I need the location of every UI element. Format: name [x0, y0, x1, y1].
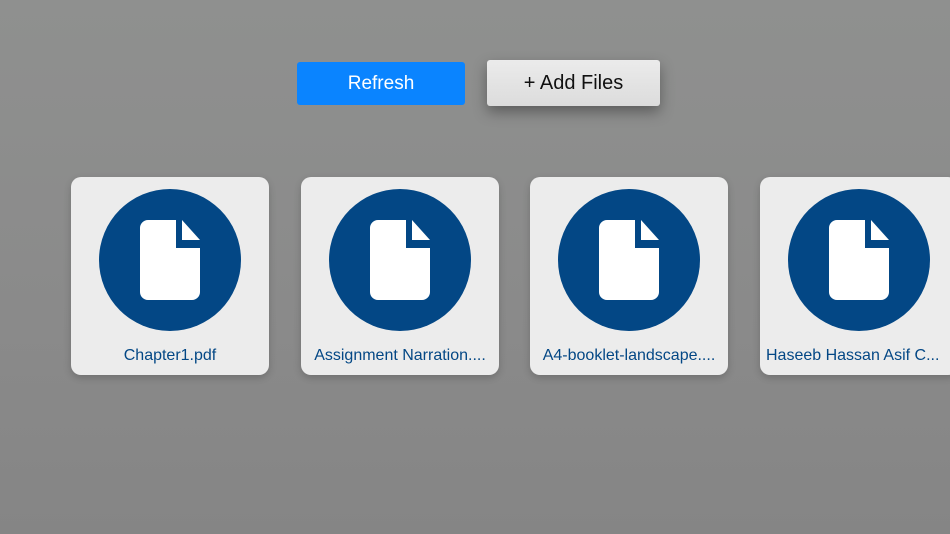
file-card[interactable]: Assignment Narration.... — [301, 177, 499, 375]
file-card[interactable]: Haseeb Hassan Asif C... — [760, 177, 950, 375]
document-icon — [788, 189, 930, 331]
document-icon — [558, 189, 700, 331]
file-name: Chapter1.pdf — [123, 347, 217, 364]
file-card[interactable]: A4-booklet-landscape.... — [530, 177, 728, 375]
document-icon — [329, 189, 471, 331]
file-name: A4-booklet-landscape.... — [542, 347, 716, 364]
file-name: Assignment Narration.... — [314, 347, 486, 364]
file-grid: Chapter1.pdf Assignment Narration.... A4… — [0, 0, 950, 534]
document-icon — [99, 189, 241, 331]
file-name: Haseeb Hassan Asif C... — [766, 347, 940, 364]
file-card[interactable]: Chapter1.pdf — [71, 177, 269, 375]
